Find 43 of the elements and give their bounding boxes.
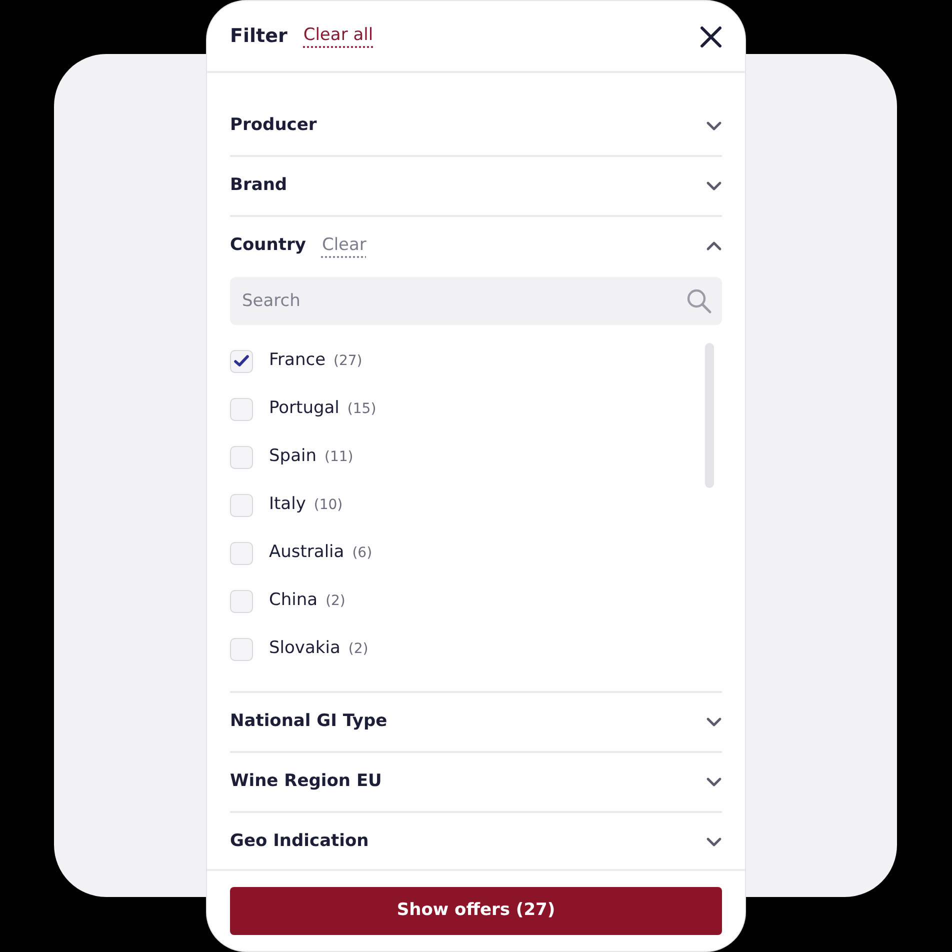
show-offers-button[interactable]: Show offers (27) xyxy=(230,887,722,935)
chevron-down-icon[interactable] xyxy=(706,837,722,847)
chevron-down-icon[interactable] xyxy=(706,181,722,191)
close-icon xyxy=(700,26,722,48)
option-label[interactable]: Italy xyxy=(269,492,306,518)
chevron-down-icon[interactable] xyxy=(706,717,722,727)
section-title: National GI Type xyxy=(230,710,388,734)
option-count: (27) xyxy=(334,352,362,370)
clear-link[interactable]: Clear xyxy=(322,233,366,259)
search-field[interactable]: Search xyxy=(230,277,722,325)
option-label[interactable]: Portugal xyxy=(269,396,340,422)
section-title: Wine Region EU xyxy=(230,770,382,794)
section-title: Brand xyxy=(230,174,288,198)
option-count: (2) xyxy=(348,640,368,658)
chevron-up-icon[interactable] xyxy=(706,241,722,251)
checkbox[interactable] xyxy=(230,494,253,516)
close-button[interactable] xyxy=(700,24,722,48)
option-count: (6) xyxy=(352,544,372,562)
option-count: (11) xyxy=(324,448,354,466)
option-label[interactable]: Australia xyxy=(269,540,344,566)
section-title: Geo Indication xyxy=(230,830,369,854)
option-count: (15) xyxy=(347,400,376,418)
checkbox[interactable] xyxy=(230,542,253,564)
option-label[interactable]: Slovakia xyxy=(269,636,340,662)
chevron-down-icon[interactable] xyxy=(706,777,722,787)
option-label[interactable]: China xyxy=(269,588,318,614)
chevron-down-icon[interactable] xyxy=(706,121,722,131)
clear-all-link[interactable]: Clear all xyxy=(303,23,374,49)
section-title: Country xyxy=(230,234,306,258)
checkbox[interactable] xyxy=(230,638,253,660)
checkbox[interactable] xyxy=(230,398,253,420)
checkbox[interactable] xyxy=(230,350,253,372)
filter-title: Filter xyxy=(230,24,288,49)
option-label[interactable]: Spain xyxy=(269,444,316,470)
section-title: Producer xyxy=(230,114,317,138)
option-count: (2) xyxy=(326,592,346,610)
search-icon xyxy=(686,288,712,314)
checkbox[interactable] xyxy=(230,446,253,468)
checkbox[interactable] xyxy=(230,590,253,612)
check-icon xyxy=(234,355,249,367)
option-label[interactable]: France xyxy=(269,348,326,374)
option-count: (10) xyxy=(314,496,343,514)
scrollbar[interactable] xyxy=(705,343,714,488)
